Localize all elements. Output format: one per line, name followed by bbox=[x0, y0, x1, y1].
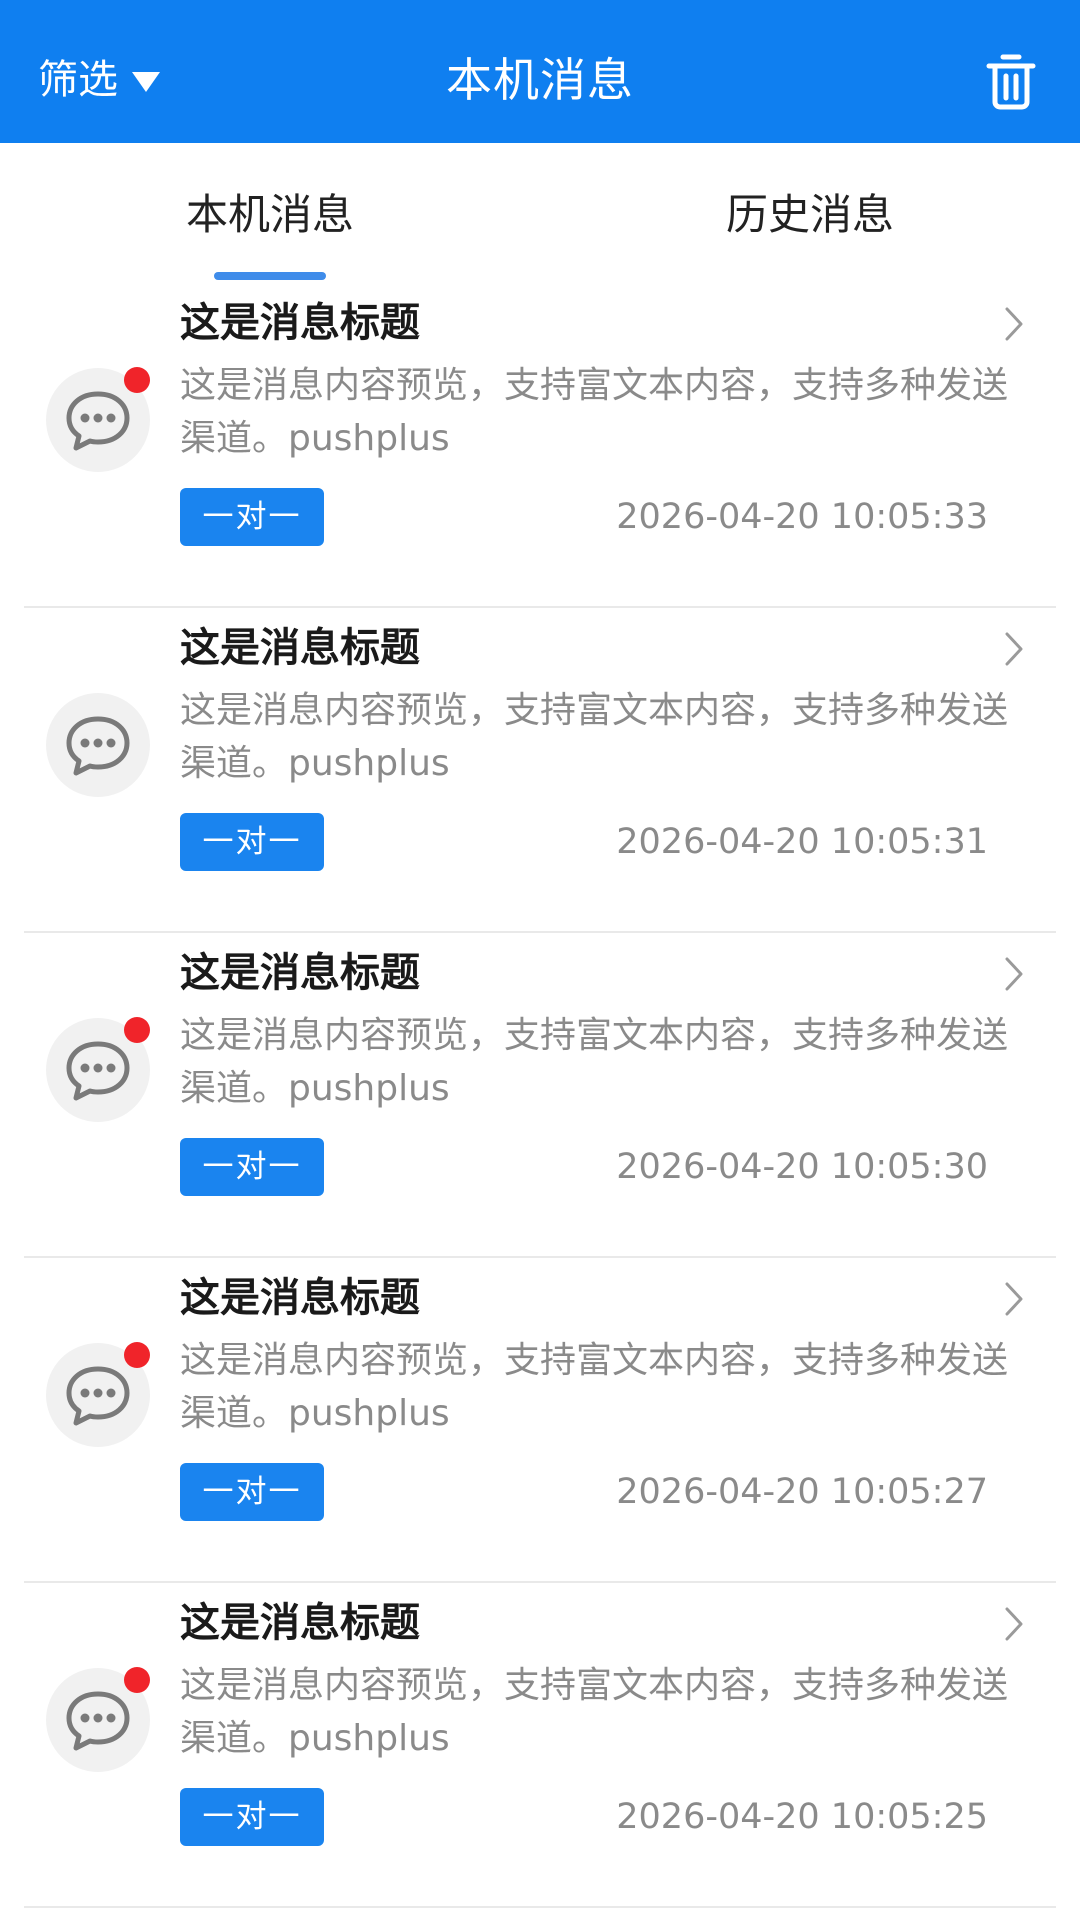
chevron-right-icon bbox=[1005, 1607, 1023, 1641]
unread-dot bbox=[124, 367, 150, 393]
message-time: 2026-04-20 10:05:31 bbox=[616, 822, 988, 862]
chat-bubble-icon bbox=[46, 693, 150, 797]
tab-local-messages[interactable]: 本机消息 bbox=[186, 185, 354, 245]
tab-bar: 本机消息 历史消息 bbox=[0, 143, 1080, 283]
message-preview: 这是消息内容预览，支持富文本内容，支持多种发送渠道。pushplus bbox=[180, 690, 1009, 784]
message-time: 2026-04-20 10:05:25 bbox=[616, 1797, 988, 1837]
message-title: 这是消息标题 bbox=[180, 950, 420, 996]
channel-badge: 一对一 bbox=[180, 488, 324, 546]
message-item[interactable]: 这是消息标题 这是消息内容预览，支持富文本内容，支持多种发送渠道。pushplu… bbox=[0, 283, 1080, 608]
message-time: 2026-04-20 10:05:33 bbox=[616, 497, 988, 537]
unread-dot bbox=[124, 1017, 150, 1043]
active-tab-indicator bbox=[214, 272, 326, 280]
message-title: 这是消息标题 bbox=[180, 1275, 420, 1321]
message-preview: 这是消息内容预览，支持富文本内容，支持多种发送渠道。pushplus bbox=[180, 365, 1009, 459]
message-time: 2026-04-20 10:05:27 bbox=[616, 1472, 988, 1512]
message-preview: 这是消息内容预览，支持富文本内容，支持多种发送渠道。pushplus bbox=[180, 1665, 1009, 1759]
message-item[interactable]: 这是消息标题 这是消息内容预览，支持富文本内容，支持多种发送渠道。pushplu… bbox=[0, 1258, 1080, 1583]
unread-dot bbox=[124, 1342, 150, 1368]
message-item[interactable]: 这是消息标题 这是消息内容预览，支持富文本内容，支持多种发送渠道。pushplu… bbox=[0, 1583, 1080, 1908]
chevron-right-icon bbox=[1005, 632, 1023, 666]
tab-history-messages[interactable]: 历史消息 bbox=[726, 185, 894, 245]
message-preview: 这是消息内容预览，支持富文本内容，支持多种发送渠道。pushplus bbox=[180, 1015, 1009, 1109]
message-item[interactable]: 这是消息标题 这是消息内容预览，支持富文本内容，支持多种发送渠道。pushplu… bbox=[0, 933, 1080, 1258]
unread-dot bbox=[124, 1667, 150, 1693]
message-item[interactable]: 这是消息标题 这是消息内容预览，支持富文本内容，支持多种发送渠道。pushplu… bbox=[0, 608, 1080, 933]
channel-badge: 一对一 bbox=[180, 1463, 324, 1521]
channel-badge: 一对一 bbox=[180, 1788, 324, 1846]
channel-badge: 一对一 bbox=[180, 1138, 324, 1196]
top-app-bar: 筛选 本机消息 bbox=[0, 0, 1080, 143]
chevron-right-icon bbox=[1005, 1282, 1023, 1316]
chevron-right-icon bbox=[1005, 307, 1023, 341]
message-title: 这是消息标题 bbox=[180, 1600, 420, 1646]
page-title: 本机消息 bbox=[446, 53, 634, 107]
divider bbox=[24, 1906, 1056, 1908]
message-preview: 这是消息内容预览，支持富文本内容，支持多种发送渠道。pushplus bbox=[180, 1340, 1009, 1434]
trash-icon[interactable] bbox=[986, 50, 1036, 110]
chevron-right-icon bbox=[1005, 957, 1023, 991]
message-title: 这是消息标题 bbox=[180, 625, 420, 671]
message-title: 这是消息标题 bbox=[180, 300, 420, 346]
channel-badge: 一对一 bbox=[180, 813, 324, 871]
message-time: 2026-04-20 10:05:30 bbox=[616, 1147, 988, 1187]
